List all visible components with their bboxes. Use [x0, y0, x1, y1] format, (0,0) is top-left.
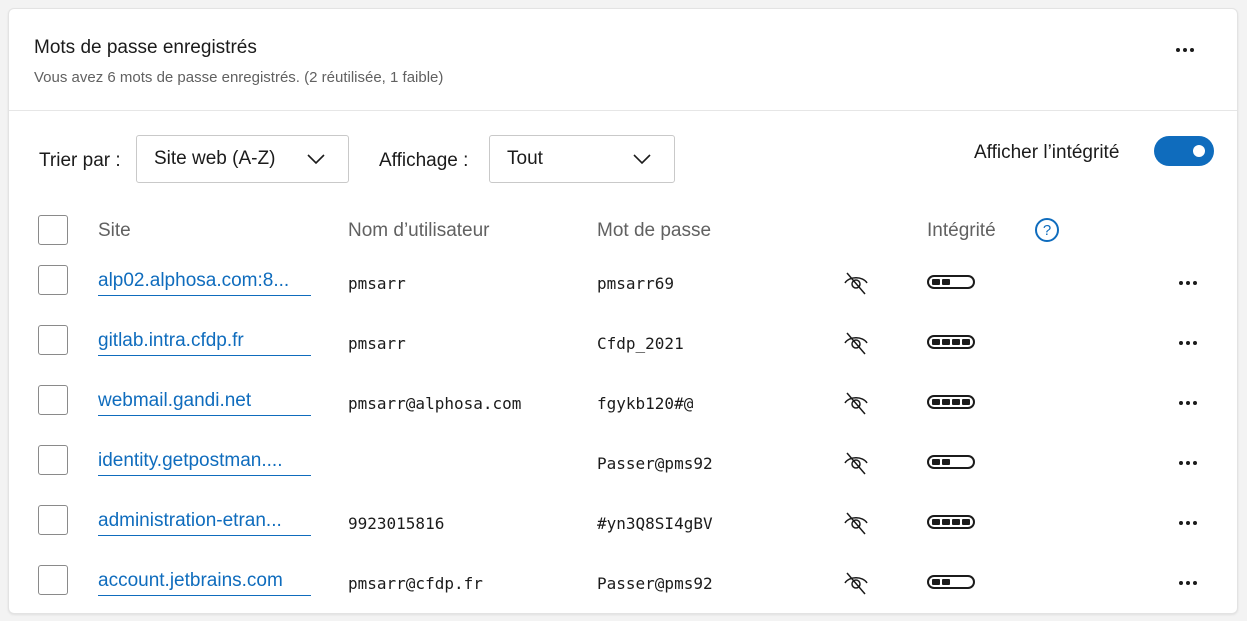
- strength-meter: [927, 275, 975, 289]
- sort-label: Trier par :: [39, 150, 121, 171]
- eye-off-icon[interactable]: [842, 569, 870, 597]
- site-link[interactable]: account.jetbrains.com: [98, 570, 311, 596]
- table-row: alp02.alphosa.com:8... pmsarr pmsarr69: [9, 265, 1237, 325]
- row-checkbox[interactable]: [38, 565, 68, 595]
- site-link[interactable]: gitlab.intra.cfdp.fr: [98, 330, 311, 356]
- page-title: Mots de passe enregistrés: [34, 37, 257, 58]
- eye-off-icon[interactable]: [842, 389, 870, 417]
- eye-off-icon[interactable]: [842, 449, 870, 477]
- column-header-health[interactable]: Intégrité: [927, 220, 996, 242]
- strength-segment: [942, 279, 950, 285]
- strength-segment: [932, 459, 940, 465]
- username-cell: 9923015816: [348, 514, 445, 533]
- view-select-value: Tout: [507, 148, 543, 169]
- page-subtitle: Vous avez 6 mots de passe enregistrés. (…: [34, 69, 444, 86]
- strength-segment: [952, 279, 960, 285]
- sort-select-value: Site web (A-Z): [154, 148, 276, 169]
- eye-off-icon[interactable]: [842, 509, 870, 537]
- view-label: Affichage :: [379, 150, 469, 171]
- strength-segment: [932, 399, 940, 405]
- strength-meter: [927, 575, 975, 589]
- strength-segment: [952, 519, 960, 525]
- password-cell: Passer@pms92: [597, 574, 713, 593]
- password-cell: Passer@pms92: [597, 454, 713, 473]
- table-row: administration-etran... 9923015816 #yn3Q…: [9, 505, 1237, 565]
- strength-meter: [927, 515, 975, 529]
- strength-segment: [942, 519, 950, 525]
- strength-segment: [942, 579, 950, 585]
- username-cell: pmsarr@cfdp.fr: [348, 574, 483, 593]
- card-more-icon[interactable]: [1173, 45, 1197, 55]
- eye-off-icon[interactable]: [842, 269, 870, 297]
- table-row: identity.getpostman.... Passer@pms92: [9, 445, 1237, 505]
- header-divider: [9, 110, 1237, 111]
- column-header-password[interactable]: Mot de passe: [597, 220, 711, 242]
- sort-select[interactable]: Site web (A-Z): [136, 135, 349, 183]
- health-toggle[interactable]: [1154, 136, 1214, 166]
- site-link[interactable]: alp02.alphosa.com:8...: [98, 270, 311, 296]
- strength-meter: [927, 455, 975, 469]
- password-cell: Cfdp_2021: [597, 334, 684, 353]
- row-checkbox[interactable]: [38, 265, 68, 295]
- strength-segment: [952, 399, 960, 405]
- strength-segment: [932, 279, 940, 285]
- table-row: gitlab.intra.cfdp.fr pmsarr Cfdp_2021: [9, 325, 1237, 385]
- strength-segment: [942, 339, 950, 345]
- row-more-icon[interactable]: [1176, 458, 1200, 468]
- strength-segment: [932, 339, 940, 345]
- strength-meter: [927, 395, 975, 409]
- strength-segment: [942, 399, 950, 405]
- site-link[interactable]: webmail.gandi.net: [98, 390, 311, 416]
- saved-passwords-card: Mots de passe enregistrés Vous avez 6 mo…: [8, 8, 1238, 614]
- toggle-knob: [1193, 145, 1205, 157]
- strength-segment: [932, 579, 940, 585]
- site-link[interactable]: identity.getpostman....: [98, 450, 311, 476]
- chevron-down-icon: [633, 154, 651, 165]
- view-select[interactable]: Tout: [489, 135, 675, 183]
- username-cell: pmsarr: [348, 334, 406, 353]
- help-icon[interactable]: ?: [1035, 218, 1059, 242]
- strength-segment: [962, 579, 970, 585]
- strength-segment: [962, 519, 970, 525]
- site-link[interactable]: administration-etran...: [98, 510, 311, 536]
- strength-segment: [962, 399, 970, 405]
- strength-segment: [942, 459, 950, 465]
- strength-segment: [962, 459, 970, 465]
- row-checkbox[interactable]: [38, 505, 68, 535]
- password-cell: fgykb120#@: [597, 394, 694, 413]
- strength-meter: [927, 335, 975, 349]
- health-toggle-label: Afficher l’intégrité: [974, 142, 1120, 163]
- strength-segment: [962, 339, 970, 345]
- row-more-icon[interactable]: [1176, 578, 1200, 588]
- row-more-icon[interactable]: [1176, 398, 1200, 408]
- row-checkbox[interactable]: [38, 325, 68, 355]
- column-header-username[interactable]: Nom d’utilisateur: [348, 220, 490, 242]
- username-cell: pmsarr@alphosa.com: [348, 394, 522, 413]
- strength-segment: [932, 519, 940, 525]
- row-checkbox[interactable]: [38, 385, 68, 415]
- strength-segment: [952, 579, 960, 585]
- row-checkbox[interactable]: [38, 445, 68, 475]
- username-cell: pmsarr: [348, 274, 406, 293]
- chevron-down-icon: [307, 154, 325, 165]
- select-all-checkbox[interactable]: [38, 215, 68, 245]
- strength-segment: [952, 339, 960, 345]
- column-header-site[interactable]: Site: [98, 220, 131, 242]
- row-more-icon[interactable]: [1176, 338, 1200, 348]
- row-more-icon[interactable]: [1176, 518, 1200, 528]
- eye-off-icon[interactable]: [842, 329, 870, 357]
- password-cell: #yn3Q8SI4gBV: [597, 514, 713, 533]
- password-cell: pmsarr69: [597, 274, 675, 293]
- strength-segment: [962, 279, 970, 285]
- strength-segment: [952, 459, 960, 465]
- row-more-icon[interactable]: [1176, 278, 1200, 288]
- table-row: account.jetbrains.com pmsarr@cfdp.fr Pas…: [9, 565, 1237, 621]
- table-row: webmail.gandi.net pmsarr@alphosa.com fgy…: [9, 385, 1237, 445]
